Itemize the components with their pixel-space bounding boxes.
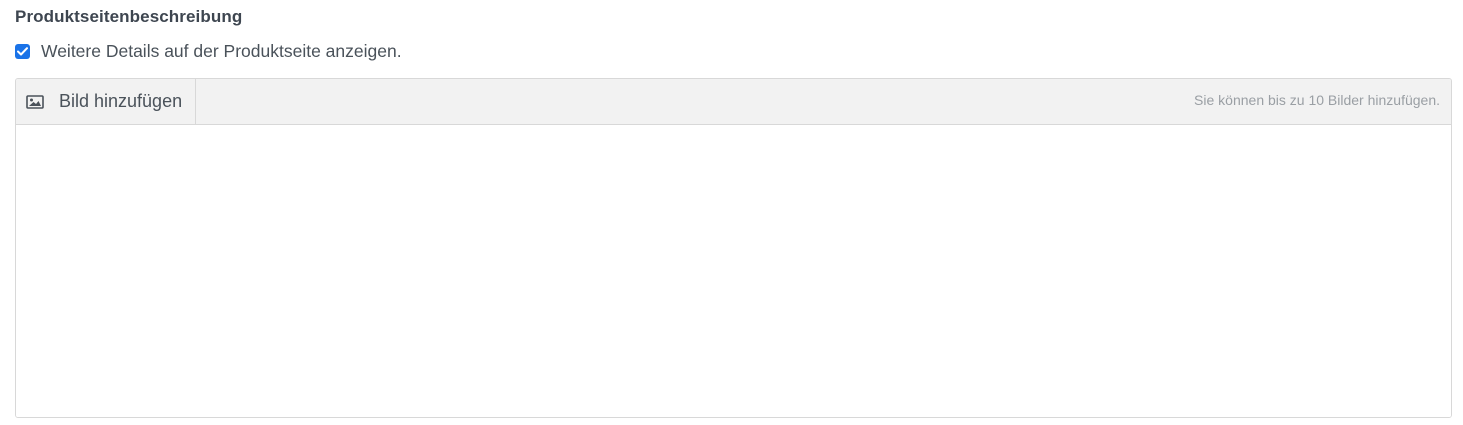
image-limit-hint: Sie können bis zu 10 Bilder hinzufügen. [1194, 92, 1440, 108]
show-details-checkbox-row[interactable]: Weitere Details auf der Produktseite anz… [15, 41, 402, 62]
show-details-checkbox[interactable] [15, 44, 30, 59]
editor-toolbar: Bild hinzufügen Sie können bis zu 10 Bil… [16, 79, 1451, 125]
section-title: Produktseitenbeschreibung [15, 7, 243, 26]
add-image-button[interactable]: Bild hinzufügen [16, 79, 196, 124]
show-details-label: Weitere Details auf der Produktseite anz… [41, 41, 402, 61]
image-editor: Bild hinzufügen Sie können bis zu 10 Bil… [15, 78, 1452, 418]
checkmark-icon [17, 47, 28, 56]
editor-content-area[interactable] [16, 125, 1451, 417]
image-icon [26, 94, 44, 109]
add-image-label: Bild hinzufügen [59, 91, 183, 111]
